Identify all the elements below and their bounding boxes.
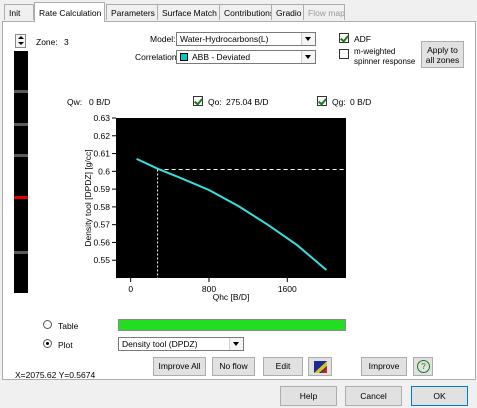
zone-marker[interactable]: [14, 251, 28, 254]
model-label: Model:: [150, 34, 176, 44]
edit-button[interactable]: Edit: [263, 357, 303, 376]
help-button[interactable]: Help: [280, 386, 337, 406]
zone-value: 3: [64, 37, 69, 47]
improve-all-button[interactable]: Improve All: [153, 357, 206, 376]
apply-line2: all zones: [425, 55, 460, 65]
tab-contributions[interactable]: Contributions: [219, 4, 275, 20]
plot-label: Plot: [58, 340, 73, 350]
zone-label: Zone:: [36, 37, 58, 47]
improve-button[interactable]: Improve: [361, 357, 407, 376]
help-icon-button[interactable]: ?: [413, 357, 433, 376]
qg-checkbox[interactable]: [317, 96, 327, 106]
no-flow-button[interactable]: No flow: [212, 357, 255, 376]
y-tick-label: 0.55: [93, 255, 110, 265]
cancel-button[interactable]: Cancel: [345, 386, 402, 406]
y-tick-label: 0.56: [93, 237, 110, 247]
y-axis-label: Density tool [DPDZ] [g/cc]: [83, 149, 93, 246]
qw-label: Qw:: [67, 97, 83, 107]
chevron-down-icon[interactable]: [301, 51, 315, 63]
tab-gradio-label: Gradio: [276, 8, 302, 18]
zone-strip[interactable]: [14, 51, 28, 293]
qo-checkbox[interactable]: [193, 96, 203, 106]
plot-area[interactable]: [116, 118, 346, 278]
qg-label: Qg:: [332, 97, 346, 107]
zone-spinner[interactable]: [15, 34, 26, 48]
plot-type-select[interactable]: Density tool (DPDZ): [118, 337, 244, 351]
y-tick-label: 0.6: [98, 166, 110, 176]
correlation-select[interactable]: ABB - Deviated: [176, 50, 316, 64]
cursor-readout: X=2075.62 Y=0.5674: [15, 370, 96, 380]
color-palette-button[interactable]: [308, 357, 332, 376]
color-swatch-icon: [180, 53, 188, 61]
zone-marker[interactable]: [14, 90, 28, 93]
tab-gradio[interactable]: Gradio: [271, 4, 304, 20]
tab-bar: Init Rate Calculation Parameters Surface…: [0, 0, 477, 22]
tab-parameters[interactable]: Parameters: [106, 4, 158, 20]
ok-button[interactable]: OK: [411, 386, 468, 406]
tab-flow-map: Flow map: [303, 4, 345, 20]
m-weighted-label-line2: spinner response: [354, 57, 416, 66]
m-weighted-label-line1: m-weighted: [354, 47, 396, 56]
table-label: Table: [58, 321, 79, 331]
tab-rate-calculation-label: Rate Calculation: [39, 8, 102, 18]
plot-radio[interactable]: [43, 339, 52, 348]
zone-marker-selected[interactable]: [14, 196, 28, 199]
table-radio[interactable]: [43, 320, 52, 329]
qo-value: 275.04 B/D: [226, 97, 269, 107]
y-tick-label: 0.58: [93, 202, 110, 212]
model-value: Water-Hydrocarbons(L): [180, 34, 269, 44]
y-tick-label: 0.59: [93, 184, 110, 194]
qo-label: Qo:: [208, 97, 222, 107]
y-tick-label: 0.63: [93, 113, 110, 123]
tab-contributions-label: Contributions: [224, 8, 275, 18]
apply-all-zones-button[interactable]: Apply to all zones: [421, 41, 464, 68]
progress-bar: [118, 319, 346, 331]
spinner-down-icon[interactable]: [18, 42, 24, 45]
m-weighted-checkbox[interactable]: [339, 49, 349, 59]
qg-value: 0 B/D: [350, 97, 372, 107]
color-palette-icon: [314, 361, 327, 373]
tab-init[interactable]: Init: [4, 4, 34, 20]
x-axis-label: Qhc [B/D]: [213, 292, 250, 302]
tab-init-label: Init: [9, 8, 21, 18]
apply-line1: Apply to: [427, 45, 458, 55]
x-tick-label: 1600: [278, 284, 297, 294]
y-tick-label: 0.61: [93, 149, 110, 159]
adf-checkbox[interactable]: [339, 33, 349, 43]
chevron-down-icon[interactable]: [301, 33, 315, 45]
tab-surface-match[interactable]: Surface Match: [157, 4, 220, 20]
tab-parameters-label: Parameters: [111, 8, 155, 18]
spinner-up-icon[interactable]: [18, 36, 24, 39]
x-tick-label: 0: [128, 284, 133, 294]
zone-marker[interactable]: [14, 154, 28, 157]
density-chart[interactable]: 0.630.620.610.60.590.580.570.560.55 0 800…: [80, 110, 360, 306]
correlation-value: ABB - Deviated: [192, 52, 251, 62]
qw-value: 0 B/D: [89, 97, 111, 107]
tab-flow-map-label: Flow map: [308, 8, 345, 18]
plot-type-value: Density tool (DPDZ): [122, 339, 198, 349]
question-icon: ?: [417, 360, 430, 373]
y-tick-label: 0.57: [93, 220, 110, 230]
zone-marker[interactable]: [14, 123, 28, 126]
chevron-down-icon[interactable]: [229, 338, 243, 350]
adf-label: ADF: [354, 34, 371, 44]
progress-fill: [119, 320, 345, 330]
correlation-label: Correlation: [135, 52, 177, 62]
model-select[interactable]: Water-Hydrocarbons(L): [176, 32, 316, 46]
tab-rate-calculation[interactable]: Rate Calculation: [34, 2, 105, 22]
tab-surface-match-label: Surface Match: [162, 8, 217, 18]
y-tick-label: 0.62: [93, 131, 110, 141]
